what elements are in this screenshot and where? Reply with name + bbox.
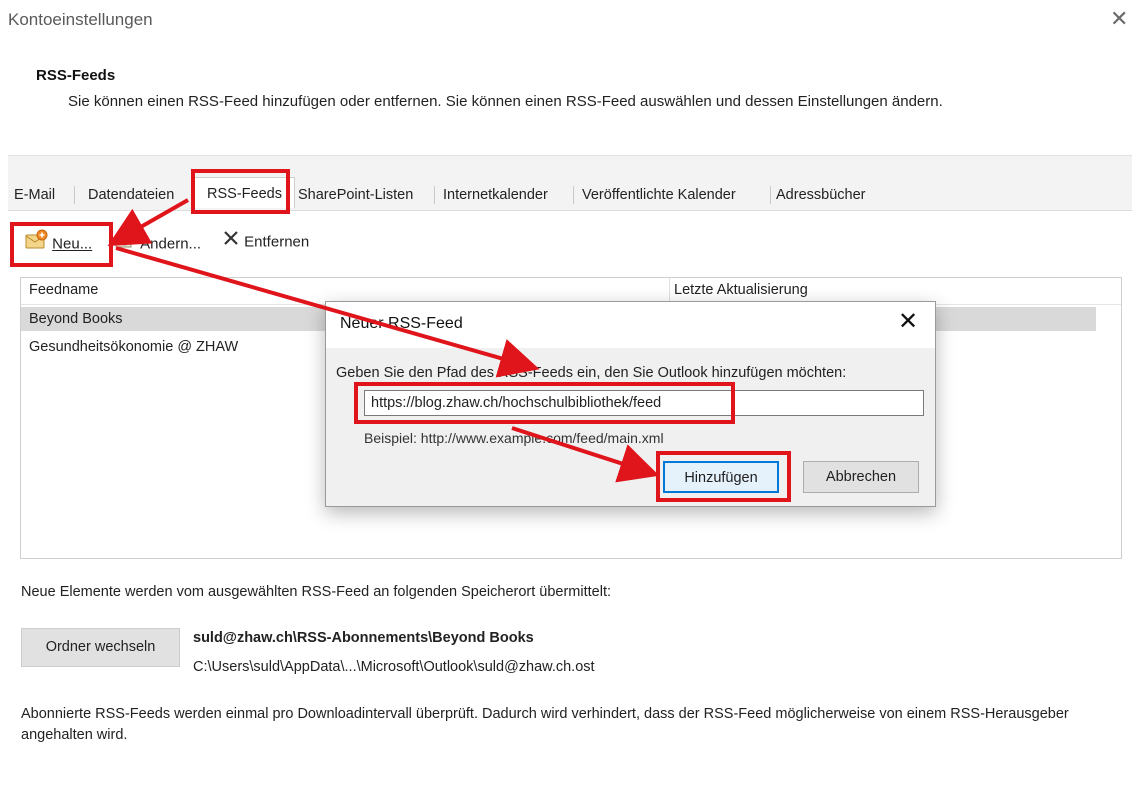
edit-icon <box>114 229 136 260</box>
feed-name: Beyond Books <box>29 311 123 327</box>
change-folder-button[interactable]: Ordner wechseln <box>21 628 180 667</box>
tab-bar: E-Mail Datendateien RSS-Feeds SharePoint… <box>8 177 888 210</box>
tab-internet-calendars[interactable]: Internetkalender <box>443 180 548 210</box>
tab-email[interactable]: E-Mail <box>14 180 55 210</box>
dialog-example: Beispiel: http://www.example.com/feed/ma… <box>364 430 664 446</box>
highlight-rss-tab <box>191 169 290 214</box>
window-close-icon[interactable]: ✕ <box>1110 8 1128 30</box>
column-feedname[interactable]: Feedname <box>29 282 98 298</box>
change-feed-button[interactable]: Ändern... <box>114 229 201 255</box>
cancel-button[interactable]: Abbrechen <box>803 461 919 493</box>
dialog-close-icon[interactable]: ✕ <box>898 310 918 334</box>
dialog-title: Neuer RSS-Feed <box>340 315 463 332</box>
dialog-prompt: Geben Sie den Pfad des RSS-Feeds ein, de… <box>336 365 847 381</box>
section-description: Sie können einen RSS-Feed hinzufügen ode… <box>68 93 943 110</box>
data-file-path: C:\Users\suld\AppData\...\Microsoft\Outl… <box>193 659 595 675</box>
change-feed-label: Ändern... <box>140 235 202 253</box>
tab-separator <box>573 186 574 204</box>
folder-path: suld@zhaw.ch\RSS-Abonnements\Beyond Book… <box>193 630 534 646</box>
remove-feed-button[interactable]: Entfernen <box>222 229 309 255</box>
tab-address-books[interactable]: Adressbücher <box>776 180 865 210</box>
remove-feed-label: Entfernen <box>244 233 310 251</box>
tab-data-files[interactable]: Datendateien <box>88 180 174 210</box>
section-title: RSS-Feeds <box>36 67 116 84</box>
tab-separator <box>434 186 435 204</box>
feed-name: Gesundheitsökonomie @ ZHAW <box>29 339 239 355</box>
highlight-add-button <box>656 451 791 502</box>
tab-separator <box>74 186 75 204</box>
tab-sharepoint-lists[interactable]: SharePoint-Listen <box>298 180 413 210</box>
close-x-icon <box>222 229 240 256</box>
column-last-update[interactable]: Letzte Aktualisierung <box>674 282 808 298</box>
highlight-url-input <box>354 382 735 424</box>
highlight-new-button <box>10 222 113 267</box>
tab-published-calendars[interactable]: Veröffentlichte Kalender <box>582 180 736 210</box>
dialog-body: Geben Sie den Pfad des RSS-Feeds ein, de… <box>326 348 935 506</box>
tab-separator <box>770 186 771 204</box>
delivery-info: Neue Elemente werden vom ausgewählten RS… <box>21 584 612 600</box>
window-title: Kontoeinstellungen <box>8 10 153 29</box>
footer-note: Abonnierte RSS-Feeds werden einmal pro D… <box>21 706 1069 743</box>
